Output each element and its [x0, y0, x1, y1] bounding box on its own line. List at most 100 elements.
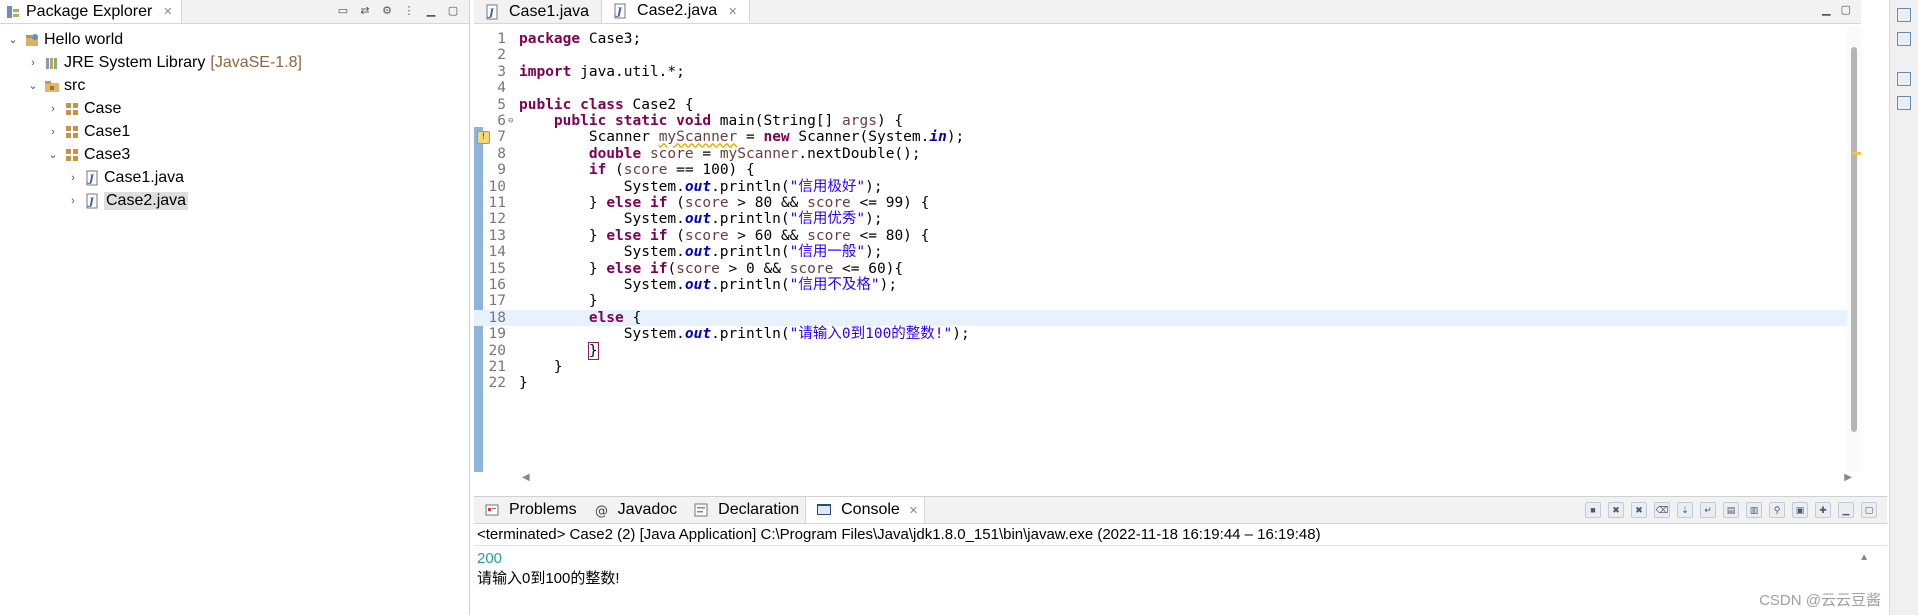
view-menu-icon[interactable]: ⋮ — [401, 3, 417, 19]
code-text: } else if(score > 0 && score <= 60){ — [519, 261, 903, 277]
maximize-icon[interactable]: ▢ — [1861, 502, 1877, 518]
remove-all-terminated-icon[interactable]: ✖ — [1631, 502, 1647, 518]
filter-icon[interactable]: ⚙ — [379, 3, 395, 19]
tree-item[interactable]: ⌄ src — [0, 74, 469, 97]
code-line[interactable]: 11 } else if (score > 80 && score <= 99)… — [474, 195, 1850, 211]
warning-icon[interactable]: ! — [477, 131, 490, 145]
code-line[interactable]: 18 else { — [474, 309, 1850, 327]
code-line[interactable]: 14 System.out.println("信用一般"); — [474, 244, 1850, 260]
fold-toggle-icon[interactable]: ⊖ — [508, 113, 513, 129]
close-icon[interactable]: ✕ — [728, 5, 737, 18]
tree-item[interactable]: › Case1 — [0, 120, 469, 143]
code-text: System.out.println("信用不及格"); — [519, 277, 897, 293]
code-text: public class Case2 { — [519, 97, 694, 113]
code-line[interactable]: 10 System.out.println("信用极好"); — [474, 179, 1850, 195]
minimize-icon[interactable]: ▁ — [423, 3, 439, 19]
maximize-icon[interactable]: ▢ — [445, 3, 461, 19]
collapse-arrow-icon[interactable]: › — [26, 57, 40, 69]
code-line[interactable]: 9 if (score == 100) { — [474, 162, 1850, 178]
close-icon[interactable]: ✕ — [909, 504, 918, 517]
minimize-icon[interactable]: ▁ — [1838, 502, 1854, 518]
open-console-icon[interactable]: ✚ — [1815, 502, 1831, 518]
minimize-icon[interactable]: ▁ — [1822, 3, 1830, 16]
word-wrap-icon[interactable]: ↵ — [1700, 502, 1716, 518]
restore-icon[interactable] — [1897, 72, 1911, 86]
code-line[interactable]: 15 } else if(score > 0 && score <= 60){ — [474, 261, 1850, 277]
code-line[interactable]: 12 System.out.println("信用优秀"); — [474, 211, 1850, 227]
editor-tab[interactable]: J Case2.java ✕ — [602, 0, 751, 23]
link-with-editor-icon[interactable]: ⇄ — [357, 3, 373, 19]
pin-console-icon[interactable]: ⚲ — [1769, 502, 1785, 518]
line-number: 10 — [488, 178, 506, 195]
show-on-output-icon[interactable]: ▤ — [1723, 502, 1739, 518]
line-number: 5 — [497, 96, 506, 113]
code-token: "信用一般" — [789, 244, 866, 261]
expand-arrow-icon[interactable]: ⌄ — [26, 79, 40, 92]
tab-package-explorer[interactable]: Package Explorer ✕ — [0, 0, 182, 23]
code-line[interactable]: 22} — [474, 375, 1850, 391]
code-line[interactable]: 1 package Case3; — [474, 31, 1850, 47]
scroll-left-icon[interactable]: ◀ — [522, 472, 530, 483]
tree-item[interactable]: › J Case2.java — [0, 189, 469, 212]
restore-icon[interactable] — [1897, 8, 1911, 22]
display-console-icon[interactable]: ▣ — [1792, 502, 1808, 518]
scroll-right-icon[interactable]: ▶ — [1844, 472, 1852, 483]
horizontal-scrollbar[interactable]: ◀ ▶ — [522, 472, 1852, 486]
code-token: out — [684, 277, 712, 293]
editor-tab[interactable]: J Case1.java — [474, 0, 603, 23]
show-on-error-icon[interactable]: ▥ — [1746, 502, 1762, 518]
console-output[interactable]: 200 请输入0到100的整数! — [474, 546, 1887, 589]
terminate-icon[interactable]: ■ — [1585, 502, 1601, 518]
tree-item[interactable]: ⌄ Hello world — [0, 28, 469, 51]
code-line[interactable]: 16 System.out.println("信用不及格"); — [474, 277, 1850, 293]
remove-launch-icon[interactable]: ✖ — [1608, 502, 1624, 518]
code-line[interactable]: 13 } else if (score > 60 && score <= 80)… — [474, 228, 1850, 244]
vertical-scrollbar[interactable] — [1847, 27, 1861, 472]
tab-problems[interactable]: Problems — [474, 497, 583, 523]
maximize-icon[interactable]: ▢ — [1841, 3, 1851, 16]
collapse-all-icon[interactable]: ▭ — [335, 3, 351, 19]
code-token: out — [684, 244, 712, 261]
collapse-arrow-icon[interactable]: › — [66, 195, 80, 207]
outline-icon[interactable] — [1897, 96, 1911, 110]
code-line[interactable]: 19 System.out.println("请输入0到100的整数!"); — [474, 326, 1850, 342]
scroll-up-icon[interactable]: ▲ — [1859, 552, 1869, 563]
code-token: .println( — [711, 326, 790, 343]
code-line[interactable]: 7! Scanner myScanner = new Scanner(Syste… — [474, 129, 1850, 145]
expand-arrow-icon[interactable]: ⌄ — [6, 33, 20, 46]
tree-item[interactable]: ⌄ Case3 — [0, 143, 469, 166]
line-number: 19 — [488, 326, 506, 343]
expand-arrow-icon[interactable]: ⌄ — [46, 148, 60, 161]
close-icon[interactable]: ✕ — [163, 5, 172, 18]
code-token: new — [763, 129, 799, 146]
tab-javadoc[interactable]: @ Javadoc — [583, 497, 684, 523]
code-token: } — [519, 227, 607, 244]
code-line[interactable]: 21 } — [474, 359, 1850, 375]
collapse-arrow-icon[interactable]: › — [46, 126, 60, 138]
code-line[interactable]: 4 — [474, 80, 1850, 96]
clear-console-icon[interactable]: ⌫ — [1654, 502, 1670, 518]
code-line[interactable]: 17 } — [474, 293, 1850, 309]
warning-overview-marker[interactable] — [1852, 152, 1861, 155]
code-line[interactable]: 2 — [474, 47, 1850, 63]
scroll-lock-icon[interactable]: ⇣ — [1677, 502, 1693, 518]
code-area[interactable]: 1 package Case3; 2 3 import java.util.*; 4 5 pu… — [474, 27, 1861, 472]
tree-item[interactable]: › JRE System Library [JavaSE-1.8] — [0, 51, 469, 74]
tab-console[interactable]: Console ✕ — [805, 497, 926, 523]
code-line[interactable]: 5 public class Case2 { — [474, 97, 1850, 113]
tab-declaration[interactable]: Declaration — [683, 497, 805, 523]
code-token: = — [693, 145, 720, 162]
tree-item[interactable]: › J Case1.java — [0, 166, 469, 189]
collapse-arrow-icon[interactable]: › — [66, 172, 80, 184]
task-list-icon[interactable] — [1897, 32, 1911, 46]
code-line[interactable]: 8 double score = myScanner.nextDouble(); — [474, 146, 1850, 162]
scrollbar-thumb[interactable] — [1851, 47, 1857, 432]
tree-item[interactable]: › Case — [0, 97, 469, 120]
code-line[interactable]: 20 } — [474, 341, 1850, 360]
code-line[interactable]: 6 ⊖ public static void main(String[] args… — [474, 113, 1850, 129]
code-line[interactable]: 3 import java.util.*; — [474, 64, 1850, 80]
code-token: score — [623, 162, 668, 179]
collapse-arrow-icon[interactable]: › — [46, 103, 60, 115]
code-token: out — [684, 326, 712, 343]
code-token: System. — [519, 326, 685, 343]
